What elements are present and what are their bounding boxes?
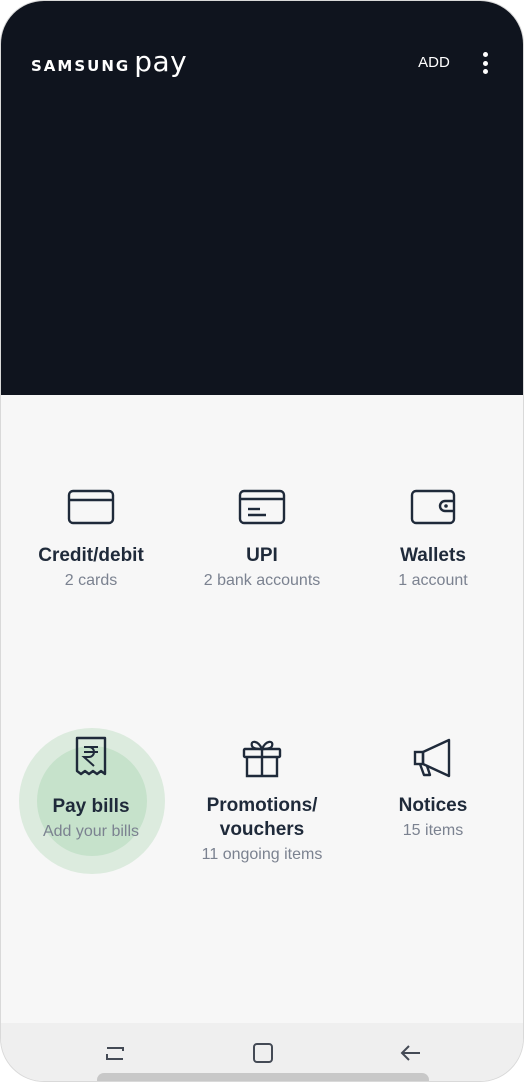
credit-card-icon (67, 489, 115, 525)
samsung-pay-logo: SAMSUNG pay (31, 45, 188, 78)
rupee-receipt-icon (75, 736, 107, 776)
tile-notices[interactable]: Notices 15 items (348, 736, 518, 843)
wallet-icon (410, 489, 456, 525)
tile-subtitle: 1 account (398, 572, 468, 589)
tile-title: Wallets (400, 545, 466, 566)
tile-wallets[interactable]: Wallets 1 account (348, 487, 518, 593)
home-icon[interactable] (251, 1041, 275, 1065)
tile-subtitle: Add your bills (42, 823, 140, 840)
tile-title-line2: vouchers (219, 819, 305, 840)
logo-pay-text: pay (134, 45, 188, 78)
home-indicator[interactable] (97, 1073, 429, 1081)
more-vertical-icon[interactable] (473, 49, 497, 77)
tile-title-line1: Promotions/ (206, 795, 318, 816)
gift-icon (242, 740, 282, 778)
tile-title: Credit/debit (38, 545, 144, 566)
recents-icon[interactable] (103, 1041, 127, 1065)
logo-samsung-text: SAMSUNG (31, 57, 131, 75)
tile-promotions[interactable]: Promotions/ vouchers 11 ongoing items (177, 736, 347, 867)
tile-upi[interactable]: UPI 2 bank accounts (177, 487, 347, 593)
tile-credit-debit[interactable]: Credit/debit 2 cards (6, 487, 176, 593)
add-button[interactable]: ADD (411, 51, 457, 75)
megaphone-icon (413, 738, 451, 778)
tile-subtitle: 11 ongoing items (201, 846, 323, 863)
bank-card-icon (238, 489, 286, 525)
tile-subtitle: 2 cards (64, 572, 118, 589)
tile-title: Notices (398, 795, 468, 816)
tile-title: UPI (246, 545, 278, 566)
card-area-header: SAMSUNG pay ADD (1, 1, 523, 395)
tile-title: Pay bills (52, 796, 130, 817)
tile-pay-bills[interactable]: Pay bills Add your bills (6, 736, 176, 844)
tile-subtitle: 2 bank accounts (203, 572, 321, 589)
phone-screen: SAMSUNG pay ADD Credit/debit 2 cards UPI… (0, 0, 524, 1082)
tile-subtitle: 15 items (402, 822, 464, 839)
back-icon[interactable] (399, 1041, 423, 1065)
